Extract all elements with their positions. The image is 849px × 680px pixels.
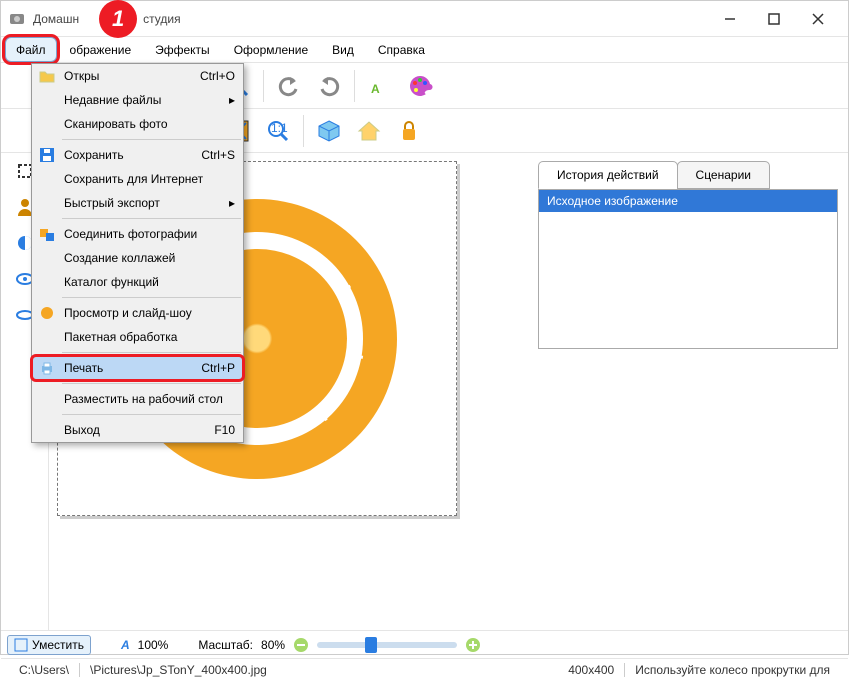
menu-recent[interactable]: Недавние файлы▸ [32, 88, 243, 112]
menu-save[interactable]: СохранитьCtrl+S [32, 143, 243, 167]
menu-batch[interactable]: Пакетная обработка [32, 325, 243, 349]
menu-print[interactable]: ПечатьCtrl+P [32, 356, 243, 380]
palette-icon[interactable] [401, 67, 439, 105]
redo-icon[interactable] [310, 67, 348, 105]
print-icon [36, 359, 58, 377]
save-icon [36, 146, 58, 164]
zoom-slider[interactable] [317, 642, 457, 648]
text-icon[interactable]: A [361, 67, 399, 105]
merge-icon [36, 225, 58, 243]
menu-file[interactable]: Файл [5, 37, 57, 62]
fit-button[interactable]: Уместить [7, 635, 91, 655]
lock-icon[interactable] [390, 112, 428, 150]
status-bar-upper: Уместить А 100% Масштаб: 80% [1, 630, 848, 658]
window-title-suffix: студия [143, 12, 180, 26]
menu-image[interactable]: ображение [59, 37, 143, 62]
menu-design[interactable]: Оформление [223, 37, 319, 62]
chevron-right-icon: ▸ [229, 93, 235, 107]
maximize-button[interactable] [752, 4, 796, 34]
close-button[interactable] [796, 4, 840, 34]
app-icon [9, 11, 25, 27]
fit-icon [14, 638, 28, 652]
file-menu-dropdown: ОткрыCtrl+O Недавние файлы▸ Сканировать … [31, 63, 244, 443]
undo-icon[interactable] [270, 67, 308, 105]
status-hint: Используйте колесо прокрутки для [625, 663, 840, 677]
menu-bar: Файл ображение Эффекты Оформление Вид Сп… [1, 37, 848, 63]
zoom-in-icon[interactable] [465, 637, 481, 653]
menu-help[interactable]: Справка [367, 37, 436, 62]
menu-effects[interactable]: Эффекты [144, 37, 221, 62]
zoom-out-icon[interactable] [293, 637, 309, 653]
menu-view[interactable]: Вид [321, 37, 365, 62]
text-zoom-icon: А [121, 638, 130, 652]
svg-text:1:1: 1:1 [271, 121, 288, 135]
zoom-slider-thumb[interactable] [365, 637, 377, 653]
window-title-prefix: Домашн [33, 12, 79, 26]
svg-text:A: A [371, 82, 380, 96]
menu-slideshow[interactable]: Просмотр и слайд-шоу [32, 301, 243, 325]
menu-save-web[interactable]: Сохранить для Интернет [32, 167, 243, 191]
status-file: \Pictures\Jp_STonY_400x400.jpg [80, 663, 277, 677]
folder-open-icon [36, 67, 58, 85]
zoom-100-icon[interactable]: 1:1 [259, 112, 297, 150]
chevron-right-icon: ▸ [229, 196, 235, 210]
status-path: C:\Users\ [9, 663, 79, 677]
menu-exit[interactable]: ВыходF10 [32, 418, 243, 442]
menu-merge-photos[interactable]: Соединить фотографии [32, 222, 243, 246]
tab-history[interactable]: История действий [538, 161, 678, 189]
text-zoom-value: 100% [138, 638, 169, 652]
slideshow-icon [36, 304, 58, 322]
title-bar: Домашн 1 студия [1, 1, 848, 37]
menu-catalog[interactable]: Каталог функций [32, 270, 243, 294]
zoom-label: Масштаб: [198, 638, 253, 652]
history-item[interactable]: Исходное изображение [539, 190, 837, 212]
tab-scenarios[interactable]: Сценарии [677, 161, 770, 189]
zoom-value: 80% [261, 638, 285, 652]
menu-open[interactable]: ОткрыCtrl+O [32, 64, 243, 88]
status-bar-lower: C:\Users\ \Pictures\Jp_STonY_400x400.jpg… [1, 658, 848, 680]
menu-quick-export[interactable]: Быстрый экспорт▸ [32, 191, 243, 215]
callout-marker-1: 1 [99, 0, 137, 38]
menu-scan[interactable]: Сканировать фото [32, 112, 243, 136]
menu-collage[interactable]: Создание коллажей [32, 246, 243, 270]
right-panel: История действий Сценарии Исходное изобр… [528, 153, 848, 630]
cube-icon[interactable] [310, 112, 348, 150]
status-dimensions: 400x400 [558, 663, 624, 677]
home-icon[interactable] [350, 112, 388, 150]
menu-desktop[interactable]: Разместить на рабочий стол [32, 387, 243, 411]
history-list[interactable]: Исходное изображение [538, 189, 838, 349]
minimize-button[interactable] [708, 4, 752, 34]
